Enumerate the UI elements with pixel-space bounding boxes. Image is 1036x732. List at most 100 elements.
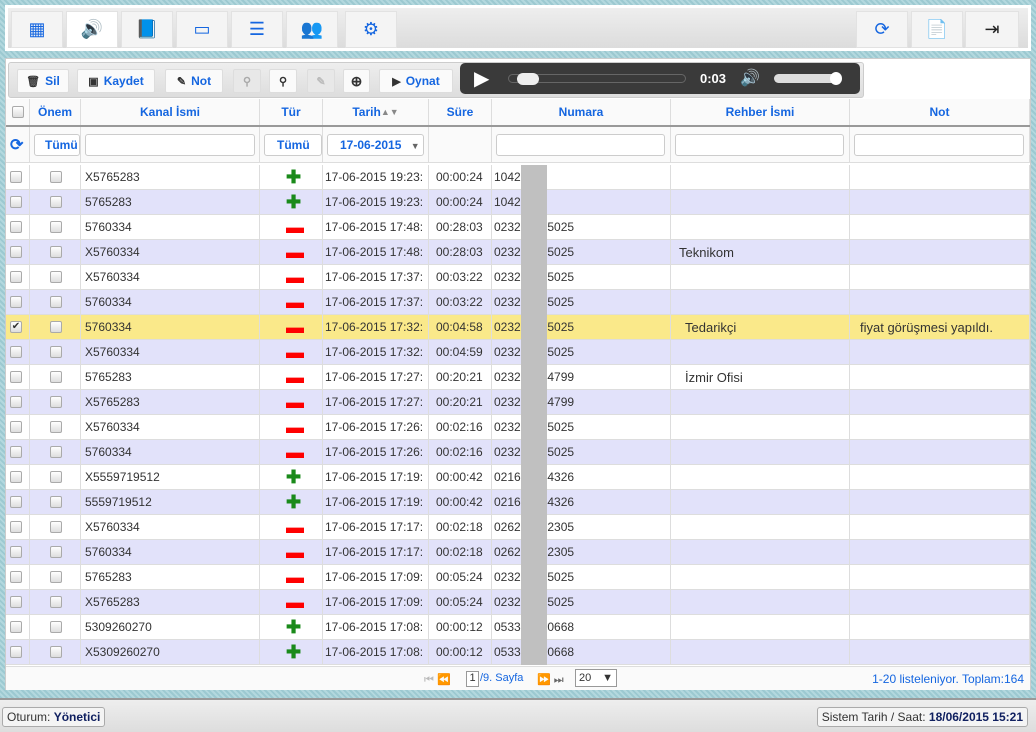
row-checkbox[interactable]: ✔ [10,321,22,333]
importance-checkbox[interactable] [50,646,62,658]
row-checkbox[interactable] [10,646,22,658]
nav-button-pdf[interactable]: 📄 [911,11,963,48]
importance-checkbox[interactable] [50,596,62,608]
row-checkbox[interactable] [10,171,22,183]
importance-checkbox[interactable] [50,421,62,433]
importance-checkbox[interactable] [50,496,62,508]
column-header-kanal[interactable]: Kanal İsmi [81,99,260,125]
next-page-icon[interactable]: ⏩ ⏭ [537,673,564,687]
importance-checkbox[interactable] [50,196,62,208]
table-row[interactable]: X5765283 ▬ 17-06-2015 17:27: 00:20:21 02324 4… [6,390,1030,415]
play-button[interactable]: ▶ Oynat [379,69,453,93]
seek-knob[interactable] [516,73,539,85]
importance-checkbox[interactable] [50,521,62,533]
table-row[interactable]: X5765283 ✚ 17-06-2015 19:23: 00:00:24 10420 [6,165,1030,190]
importance-checkbox[interactable] [50,296,62,308]
table-row[interactable]: X5760334 ▬ 17-06-2015 17:37: 00:03:22 02326 5… [6,265,1030,290]
seek-bar[interactable] [508,73,686,85]
importance-checkbox[interactable] [50,171,62,183]
page-input[interactable]: 1 [466,671,479,687]
search-button[interactable]: ⚲ [269,69,297,93]
table-row[interactable]: 5765283 ▬ 17-06-2015 17:27: 00:20:21 02324 47… [6,365,1030,390]
refresh-icon[interactable]: ⟳ [10,135,23,155]
nav-button-refresh[interactable]: ⟳ [856,11,908,48]
numara-filter-input[interactable] [496,133,665,156]
row-checkbox[interactable] [10,496,22,508]
importance-checkbox[interactable] [50,246,62,258]
table-row[interactable]: 5559719512 ✚ 17-06-2015 17:19: 00:00:42 0216… [6,490,1030,515]
table-row[interactable]: X5760334 ▬ 17-06-2015 17:26: 00:02:16 02326 5… [6,415,1030,440]
nav-button-gear[interactable]: ⚙ [345,11,397,48]
table-row[interactable]: X5760334 ▬ 17-06-2015 17:32: 00:04:59 02326 5… [6,340,1030,365]
importance-checkbox[interactable] [50,221,62,233]
column-header-numara[interactable]: Numara [492,99,671,125]
row-checkbox[interactable] [10,396,22,408]
importance-checkbox[interactable] [50,271,62,283]
table-row[interactable]: ✔ 5760334 ▬ 17-06-2015 17:32: 00:04:58 02326 5… [6,315,1030,340]
contact-button[interactable]: ⚲ [233,69,261,93]
row-checkbox[interactable] [10,571,22,583]
row-checkbox[interactable] [10,271,22,283]
importance-checkbox[interactable] [50,446,62,458]
column-header-tarih[interactable]: Tarih ▲▼ [323,99,429,125]
delete-button[interactable]: 🗑 Sil [17,69,69,93]
first-page-icon[interactable]: ⏮ ⏪ [424,673,451,687]
save-button[interactable]: ▣ Kaydet [77,69,155,93]
table-row[interactable]: 5760334 ▬ 17-06-2015 17:17: 00:02:18 02626 23… [6,540,1030,565]
importance-checkbox[interactable] [50,571,62,583]
nav-button-logout[interactable]: ⇥ [965,11,1019,48]
row-checkbox[interactable] [10,596,22,608]
importance-checkbox[interactable] [50,546,62,558]
table-row[interactable]: X5765283 ▬ 17-06-2015 17:09: 00:05:24 02326 5… [6,590,1030,615]
table-row[interactable]: 5765283 ✚ 17-06-2015 19:23: 00:00:24 10420 [6,190,1030,215]
nav-button-list[interactable]: ☰ [231,11,283,48]
not-filter-input[interactable] [854,133,1024,156]
nav-button-users[interactable]: 👥 [286,11,338,48]
row-checkbox[interactable] [10,471,22,483]
importance-checkbox[interactable] [50,321,62,333]
nav-button-drive[interactable]: ▭ [176,11,228,48]
tarih-filter[interactable]: 17-06-2015 ▼ [327,133,424,156]
table-row[interactable]: X5309260270 ✚ 17-06-2015 17:08: 00:00:12 053… [6,640,1030,665]
row-checkbox[interactable] [10,296,22,308]
player-play-icon[interactable]: ▶ [474,66,489,91]
row-checkbox[interactable] [10,446,22,458]
importance-checkbox[interactable] [50,471,62,483]
volume-slider[interactable] [774,72,842,85]
page-size-select[interactable]: 20 ▼ [575,669,617,687]
importance-checkbox[interactable] [50,396,62,408]
column-header-tur[interactable]: Tür [260,99,323,125]
rehber-filter-input[interactable] [675,133,844,156]
table-row[interactable]: 5309260270 ✚ 17-06-2015 17:08: 00:00:12 0533… [6,615,1030,640]
table-row[interactable]: X5760334 ▬ 17-06-2015 17:48: 00:28:03 02326 5… [6,240,1030,265]
nav-button-grid[interactable]: ▦ [11,11,63,48]
row-checkbox[interactable] [10,621,22,633]
column-header-sure[interactable]: Süre [429,99,492,125]
tur-filter[interactable]: Tümü [264,133,322,156]
table-row[interactable]: X5760334 ▬ 17-06-2015 17:17: 00:02:18 02626 2… [6,515,1030,540]
importance-checkbox[interactable] [50,371,62,383]
row-checkbox[interactable] [10,246,22,258]
volume-icon[interactable]: 🔊 [740,68,760,88]
row-checkbox[interactable] [10,546,22,558]
column-header-not[interactable]: Not [850,99,1030,125]
kanal-filter-input[interactable] [85,133,255,156]
edit-button[interactable]: ✎ [307,69,335,93]
nav-button-audio-file[interactable]: 🔊 [66,11,118,48]
volume-knob[interactable] [830,72,842,85]
header-select[interactable] [6,99,30,125]
table-row[interactable]: 5760334 ▬ 17-06-2015 17:26: 00:02:16 02326 50… [6,440,1030,465]
importance-checkbox[interactable] [50,346,62,358]
row-checkbox[interactable] [10,346,22,358]
row-checkbox[interactable] [10,521,22,533]
column-header-onem[interactable]: Önem [30,99,81,125]
table-row[interactable]: 5765283 ▬ 17-06-2015 17:09: 00:05:24 02326 50… [6,565,1030,590]
row-checkbox[interactable] [10,371,22,383]
column-header-rehber[interactable]: Rehber İsmi [671,99,850,125]
row-checkbox[interactable] [10,221,22,233]
row-checkbox[interactable] [10,421,22,433]
nav-button-book[interactable]: 📘 [121,11,173,48]
row-checkbox[interactable] [10,196,22,208]
table-row[interactable]: 5760334 ▬ 17-06-2015 17:37: 00:03:22 02326 50… [6,290,1030,315]
onem-filter[interactable]: Tümü [34,133,80,156]
